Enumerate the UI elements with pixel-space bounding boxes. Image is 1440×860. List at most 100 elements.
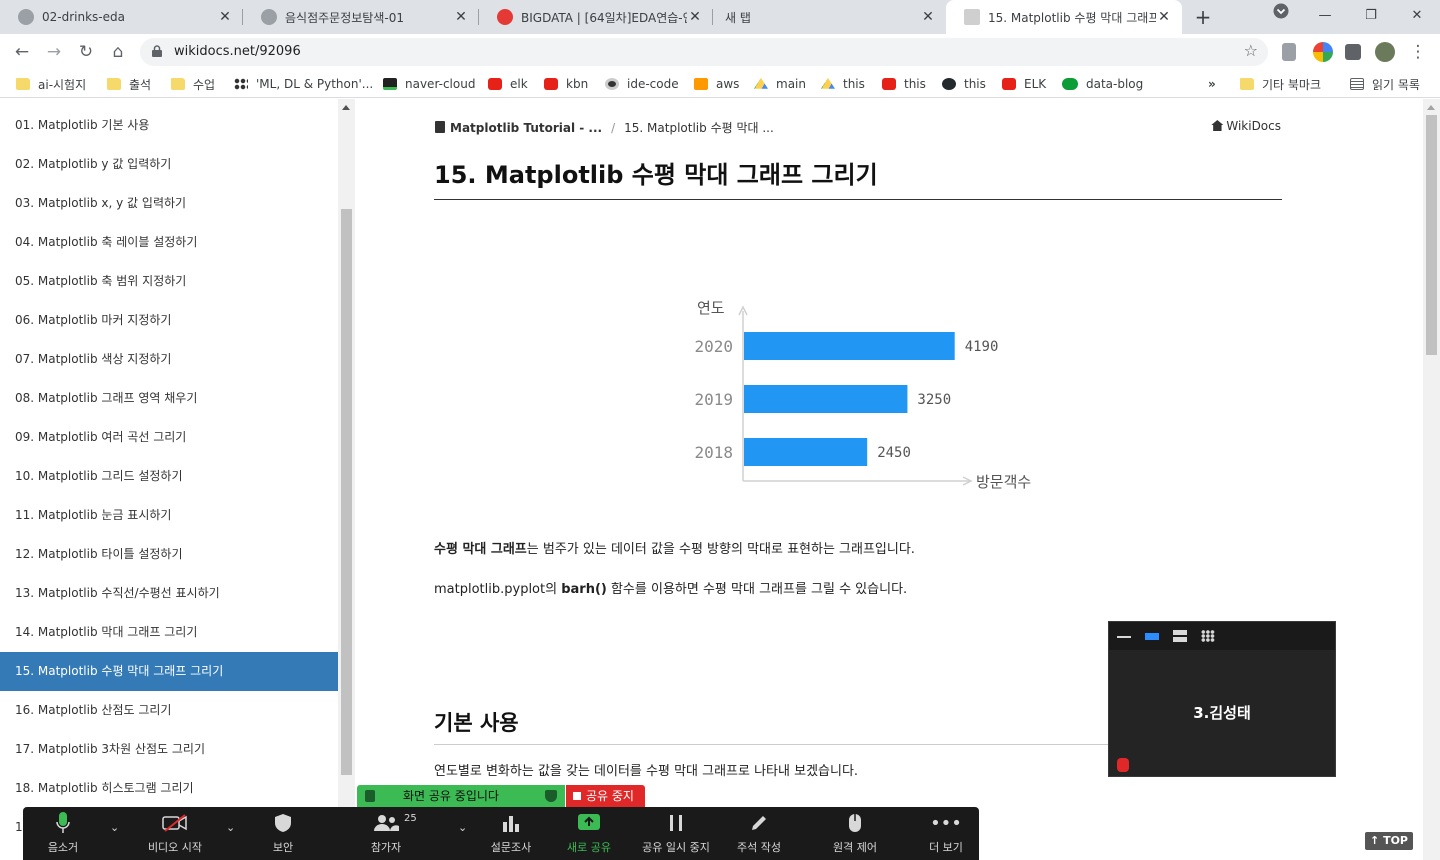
address-bar[interactable]: wikidocs.net/92096 ☆ [140,38,1268,66]
close-tab-icon[interactable]: ✕ [453,9,469,25]
page-scrollbar[interactable] [1423,99,1440,860]
scrollbar-thumb[interactable] [341,209,352,775]
menu-icon[interactable]: ⋮ [1406,40,1430,64]
remote-control-button[interactable]: 원격 제어 [825,807,885,860]
home-icon [1211,120,1224,131]
toc-item[interactable]: 02. Matplotlib y 값 입력하기 [0,145,338,184]
profile-avatar[interactable] [1375,42,1395,62]
extension-icon[interactable] [1313,42,1333,62]
participants-options-chevron-icon[interactable]: ⌄ [458,821,467,834]
bookmarks-bar: ai-시험지 출석 수업 'ML, DL & Python'... naver-… [0,70,1440,98]
bookmark-star-icon[interactable]: ☆ [1244,41,1258,60]
top-button-label: TOP [1383,834,1408,847]
stop-share-button[interactable]: 공유 중지 [566,785,645,807]
toc-item[interactable]: 01. Matplotlib 기본 사용 [0,106,338,145]
bookmarks-overflow-button[interactable]: » [1208,74,1216,94]
breadcrumb-separator: / [611,121,616,135]
minimize-button[interactable]: — [1302,0,1348,34]
pause-share-button[interactable]: 공유 일시 중지 [637,807,715,860]
mute-button[interactable]: 음소거 [33,807,93,860]
scroll-top-button[interactable]: ↑ TOP [1365,832,1413,850]
dots-icon [234,78,248,90]
bookmark-item[interactable]: ide-code [605,74,679,94]
browser-tab[interactable]: BIGDATA | [64일차]EDA연습-인 ✕ [479,0,713,34]
other-bookmarks[interactable]: 기타 북마크 [1240,74,1321,94]
bookmark-item[interactable]: 수업 [171,74,215,94]
reload-icon[interactable]: ↻ [74,40,98,64]
bookmark-item[interactable]: 출석 [107,74,151,94]
restore-button[interactable]: ❐ [1348,0,1394,34]
bookmark-item[interactable]: main [754,74,806,94]
bookmark-item[interactable]: 'ML, DL & Python'... [234,74,373,94]
bookmark-item[interactable]: aws [694,74,739,94]
toc-item[interactable]: 06. Matplotlib 마커 지정하기 [0,301,338,340]
bookmark-item[interactable]: this [942,74,986,94]
security-button[interactable]: 보안 [263,807,303,860]
tab-title: 02-drinks-eda [42,10,125,24]
sidebar-scrollbar[interactable] [338,99,355,860]
start-video-button[interactable]: 비디오 시작 [140,807,210,860]
video-options-chevron-icon[interactable]: ⌄ [226,821,235,834]
bookmark-item[interactable]: this [821,74,865,94]
browser-tab[interactable]: 02-drinks-eda ✕ [0,0,243,34]
toc-item[interactable]: 14. Matplotlib 막대 그래프 그리기 [0,613,338,652]
gallery-view-icon[interactable] [1201,630,1215,642]
scroll-up-arrow-icon[interactable] [1427,105,1435,110]
toc-item[interactable]: 11. Matplotlib 눈금 표시하기 [0,496,338,535]
scrollbar-thumb[interactable] [1426,115,1437,355]
bookmark-label: 출석 [129,77,152,92]
toc-item[interactable]: 18. Matplotlib 히스토그램 그리기 [0,769,338,808]
tab-search-icon[interactable] [1258,0,1304,34]
single-view-icon[interactable] [1145,633,1159,640]
side-by-side-view-icon[interactable] [1173,630,1187,642]
new-tab-button[interactable]: + [1190,4,1216,30]
wikidocs-home-link[interactable]: WikiDocs [1211,119,1281,133]
video-panel[interactable]: 3.김성태 [1108,621,1336,777]
back-icon[interactable]: ← [10,40,34,64]
close-tab-icon[interactable]: ✕ [217,9,233,25]
bookmark-item[interactable]: this [882,74,926,94]
toc-item[interactable]: 08. Matplotlib 그래프 영역 채우기 [0,379,338,418]
close-tab-icon[interactable]: ✕ [920,9,936,25]
toc-item[interactable]: 03. Matplotlib x, y 값 입력하기 [0,184,338,223]
reading-list[interactable]: 읽기 목록 [1350,74,1420,94]
screen-sharing-banner[interactable]: 화면 공유 중입니다 [357,785,565,807]
bookmark-item[interactable]: ELK [1002,74,1046,94]
audio-options-chevron-icon[interactable]: ⌄ [110,821,119,834]
bookmark-item[interactable]: data-blog [1062,74,1143,94]
close-window-button[interactable]: ✕ [1394,0,1440,34]
annotate-button[interactable]: 주석 작성 [731,807,787,860]
toc-item[interactable]: 10. Matplotlib 그리드 설정하기 [0,457,338,496]
new-share-button[interactable]: 새로 공유 [561,807,617,860]
close-tab-icon[interactable]: ✕ [1156,9,1172,25]
bookmark-item[interactable]: naver-cloud [383,74,475,94]
extensions-puzzle-icon[interactable] [1345,44,1361,60]
blog-icon [1062,78,1078,90]
close-tab-icon[interactable]: ✕ [687,9,703,25]
polls-button[interactable]: 설문조사 [485,807,537,860]
breadcrumb-book-link[interactable]: Matplotlib Tutorial - ... [450,121,602,135]
bookmark-item[interactable]: elk [488,74,528,94]
toc-item-active[interactable]: 15. Matplotlib 수평 막대 그래프 그리기 [0,652,338,691]
browser-tab-active[interactable]: 15. Matplotlib 수평 막대 그래프 ✕ [946,0,1182,34]
bar-value-label: 4190 [965,339,999,355]
tab-title: 음식점주문정보탐색-01 [285,10,404,25]
toc-item[interactable]: 05. Matplotlib 축 범위 지정하기 [0,262,338,301]
bookmark-item[interactable]: ai-시험지 [16,74,86,94]
toc-item[interactable]: 07. Matplotlib 색상 지정하기 [0,340,338,379]
browser-tab[interactable]: 음식점주문정보탐색-01 ✕ [243,0,479,34]
toc-item[interactable]: 12. Matplotlib 타이틀 설정하기 [0,535,338,574]
toc-item[interactable]: 17. Matplotlib 3차원 산점도 그리기 [0,730,338,769]
forward-icon[interactable]: → [42,40,66,64]
toc-item[interactable]: 09. Matplotlib 여러 곡선 그리기 [0,418,338,457]
home-icon[interactable]: ⌂ [106,40,130,64]
minimize-video-icon[interactable] [1117,636,1131,638]
toc-item[interactable]: 04. Matplotlib 축 레이블 설정하기 [0,223,338,262]
toc-item[interactable]: 16. Matplotlib 산점도 그리기 [0,691,338,730]
browser-tab[interactable]: 새 탭 ✕ [713,0,946,34]
scroll-up-arrow-icon[interactable] [342,105,350,110]
extension-icon[interactable] [1282,43,1296,61]
bookmark-item[interactable]: kbn [544,74,588,94]
toc-item[interactable]: 13. Matplotlib 수직선/수평선 표시하기 [0,574,338,613]
more-button[interactable]: ••• 더 보기 [920,807,972,860]
